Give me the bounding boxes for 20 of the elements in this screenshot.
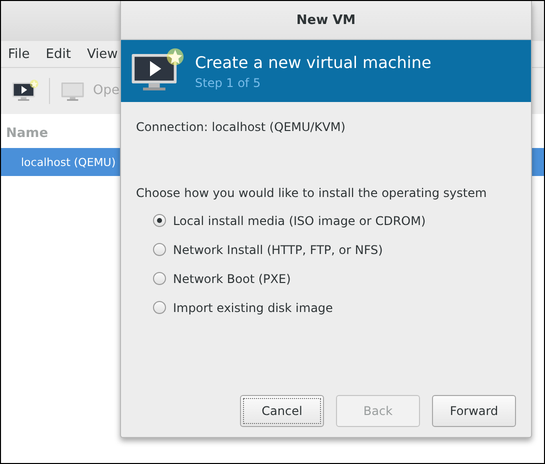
install-prompt: Choose how you would like to install the operating system — [136, 186, 488, 200]
option-label[interactable]: Local install media (ISO image or CDROM) — [173, 214, 426, 228]
dialog-button[interactable]: Forward — [432, 395, 516, 427]
menu-item[interactable]: File — [8, 46, 30, 62]
menu-item[interactable]: View — [86, 46, 118, 62]
toolbar-button[interactable] — [11, 79, 39, 103]
radio-button[interactable] — [153, 272, 166, 285]
menu-item[interactable]: Edit — [46, 46, 71, 62]
new-vm-icon — [11, 79, 39, 103]
option-label[interactable]: Network Boot (PXE) — [173, 272, 291, 286]
radio-button[interactable] — [153, 243, 166, 256]
step-label: Step 1 of 5 — [195, 76, 262, 90]
radio-button[interactable] — [153, 301, 166, 314]
connection-label: Connection: localhost (QEMU/KVM) — [136, 120, 346, 134]
option-label[interactable]: Import existing disk image — [173, 300, 333, 314]
radio-button[interactable] — [153, 214, 166, 227]
banner-title: Create a new virtual machine — [195, 52, 432, 72]
dialog-title: New VM — [121, 1, 531, 40]
option-label[interactable]: Network Install (HTTP, FTP, or NFS) — [173, 242, 383, 256]
dialog-button[interactable]: Cancel — [240, 395, 324, 427]
